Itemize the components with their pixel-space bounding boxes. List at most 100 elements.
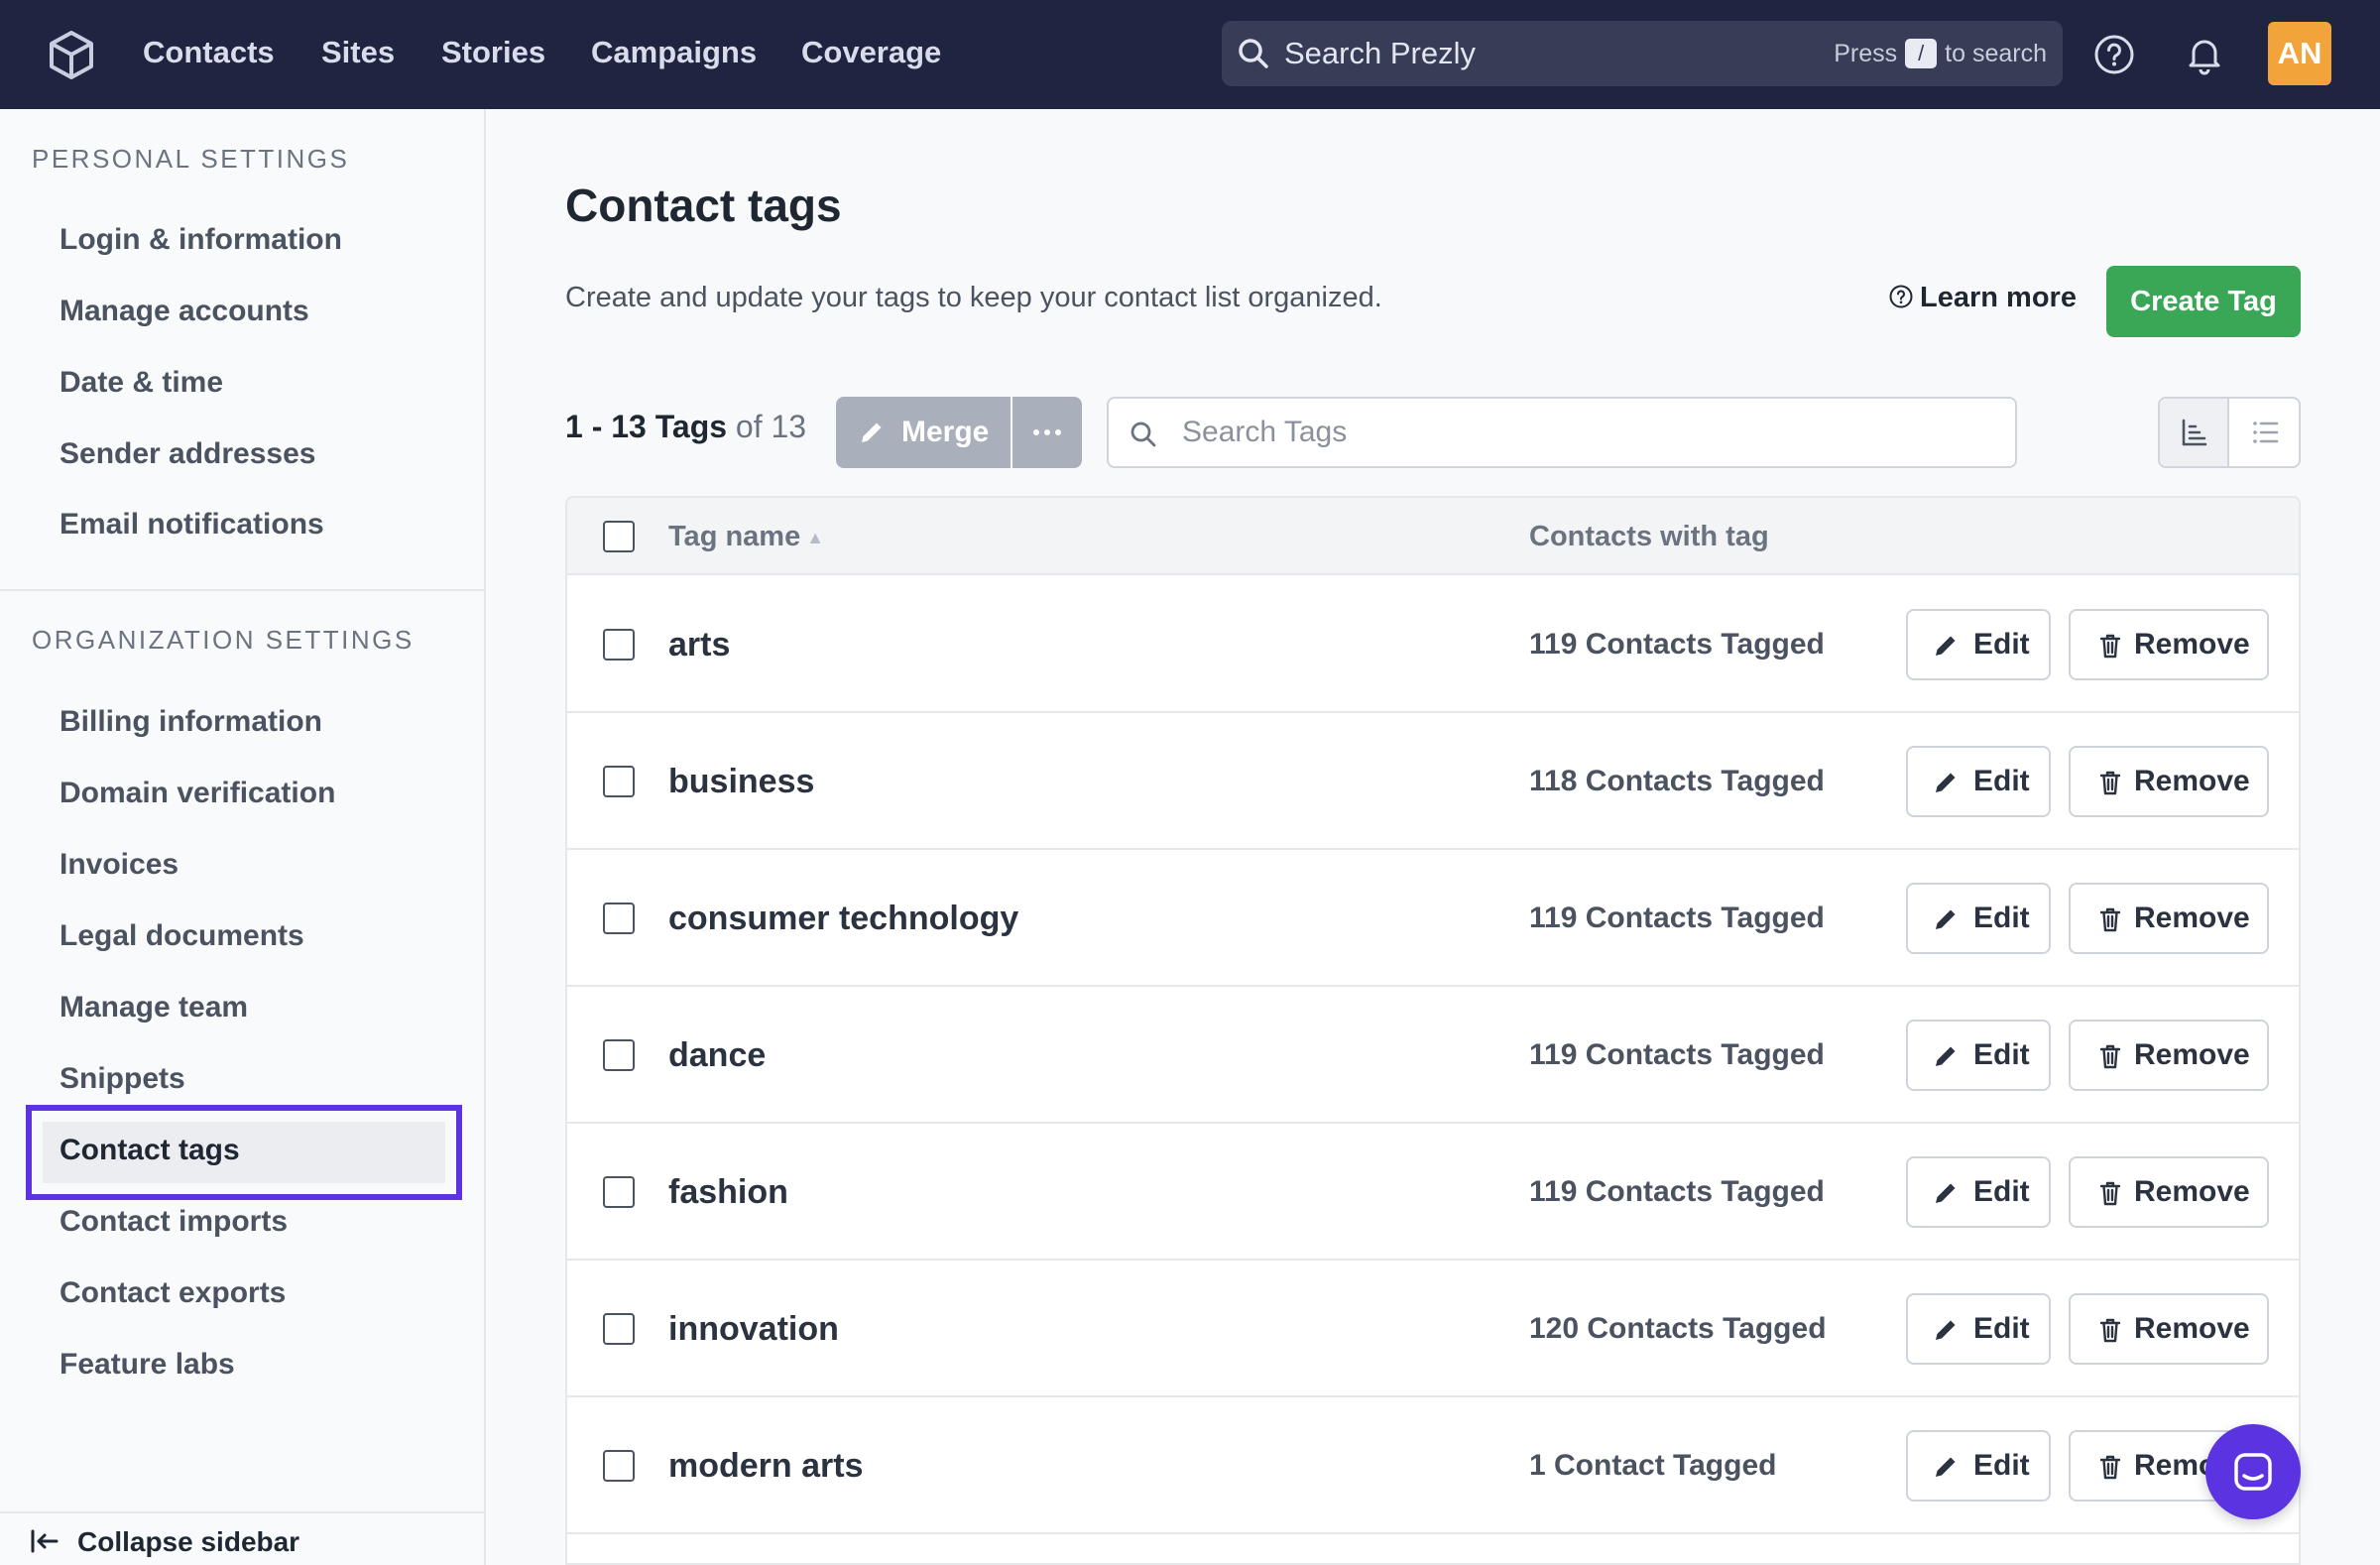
settings-sidebar: PERSONAL SETTINGS Login & information Ma… — [0, 109, 486, 1565]
column-header-tag-name[interactable]: Tag name ▲ — [668, 498, 824, 575]
row-checkbox[interactable] — [603, 1313, 635, 1345]
table-row: fashion 119 Contacts Tagged Edit Remove — [567, 1124, 2299, 1261]
help-icon[interactable] — [2091, 32, 2137, 77]
remove-label: Remove — [2134, 1312, 2250, 1345]
sidebar-item-billing-information[interactable]: Billing information — [60, 701, 322, 743]
tag-name: fashion — [668, 1173, 788, 1211]
column-header-contacts: Contacts with tag — [1529, 521, 1769, 552]
remove-label: Remove — [2134, 1038, 2250, 1071]
prezly-logo-icon[interactable] — [44, 27, 99, 82]
personal-settings-heading: PERSONAL SETTINGS — [32, 144, 350, 174]
edit-tag-button[interactable]: Edit — [1906, 609, 2051, 680]
sidebar-item-contact-exports[interactable]: Contact exports — [60, 1272, 286, 1314]
edit-tag-button[interactable]: Edit — [1906, 883, 2051, 954]
remove-tag-button[interactable]: Remove — [2069, 609, 2269, 680]
question-circle-icon — [1889, 285, 1913, 308]
edit-label: Edit — [1973, 1175, 2030, 1208]
chat-support-button[interactable] — [2205, 1424, 2301, 1519]
nav-coverage[interactable]: Coverage — [801, 30, 941, 75]
pencil-icon — [862, 422, 882, 442]
page-subtitle: Create and update your tags to keep your… — [565, 282, 1382, 313]
search-shortcut-hint: Press / to search — [1834, 39, 2047, 68]
trash-icon — [2099, 1318, 2121, 1343]
edit-tag-button[interactable]: Edit — [1906, 1020, 2051, 1091]
user-avatar[interactable]: AN — [2268, 22, 2331, 85]
edit-label: Edit — [1973, 765, 2030, 797]
list-view-button[interactable] — [2230, 399, 2299, 466]
row-checkbox[interactable] — [603, 903, 635, 934]
select-all-checkbox[interactable] — [603, 521, 635, 552]
table-row: business 118 Contacts Tagged Edit Remove — [567, 713, 2299, 850]
edit-tag-button[interactable]: Edit — [1906, 1156, 2051, 1228]
row-checkbox[interactable] — [603, 766, 635, 797]
collapse-sidebar-button[interactable]: Collapse sidebar — [30, 1517, 299, 1565]
row-checkbox[interactable] — [603, 1450, 635, 1482]
edit-tag-button[interactable]: Edit — [1906, 1293, 2051, 1365]
nav-contacts[interactable]: Contacts — [143, 30, 275, 75]
create-tag-button[interactable]: Create Tag — [2106, 266, 2301, 337]
tag-count: 1 - 13 Tags of 13 — [565, 409, 807, 444]
pencil-icon — [1936, 636, 1956, 656]
sidebar-item-contact-tags[interactable]: Contact tags — [60, 1130, 240, 1171]
trash-icon — [2099, 907, 2121, 932]
sidebar-item-domain-verification[interactable]: Domain verification — [60, 773, 335, 814]
collapse-sidebar-label: Collapse sidebar — [77, 1526, 300, 1557]
table-header: Tag name ▲ Contacts with tag — [567, 498, 2299, 575]
remove-tag-button[interactable]: Remove — [2069, 1156, 2269, 1228]
row-checkbox[interactable] — [603, 629, 635, 661]
sidebar-item-feature-labs[interactable]: Feature labs — [60, 1344, 235, 1385]
nav-campaigns[interactable]: Campaigns — [591, 30, 757, 75]
tag-contact-count: 118 Contacts Tagged — [1529, 765, 1825, 797]
sidebar-item-manage-accounts[interactable]: Manage accounts — [60, 291, 309, 332]
search-tags-input[interactable] — [1182, 409, 1995, 456]
pencil-icon — [1936, 1046, 1956, 1066]
remove-tag-button[interactable]: Remove — [2069, 1293, 2269, 1365]
tag-name: arts — [668, 626, 731, 663]
tag-name: modern arts — [668, 1447, 864, 1485]
sidebar-item-manage-team[interactable]: Manage team — [60, 987, 248, 1028]
organization-settings-heading: ORGANIZATION SETTINGS — [32, 625, 415, 655]
tag-contact-count: 119 Contacts Tagged — [1529, 1038, 1825, 1071]
table-row: dance 119 Contacts Tagged Edit Remove — [567, 987, 2299, 1124]
remove-tag-button[interactable]: Remove — [2069, 883, 2269, 954]
search-tags-field[interactable] — [1107, 397, 2017, 468]
table-row: consumer technology 119 Contacts Tagged Ed… — [567, 850, 2299, 987]
sort-list-icon — [2182, 419, 2207, 446]
tag-contact-count: 120 Contacts Tagged — [1529, 1312, 1827, 1345]
sidebar-item-email-notifications[interactable]: Email notifications — [60, 504, 324, 545]
edit-label: Edit — [1973, 1312, 2030, 1345]
global-search-input[interactable]: Search Prezly Press / to search — [1222, 21, 2063, 86]
remove-tag-button[interactable]: Remove — [2069, 746, 2269, 817]
merge-button[interactable]: Merge — [836, 397, 1011, 468]
remove-label: Remove — [2134, 902, 2250, 934]
tag-contact-count: 119 Contacts Tagged — [1529, 1175, 1825, 1208]
bell-icon[interactable] — [2182, 32, 2227, 77]
sidebar-divider — [0, 589, 486, 591]
merge-button-label: Merge — [901, 416, 990, 448]
sidebar-item-invoices[interactable]: Invoices — [60, 844, 178, 886]
pencil-icon — [1936, 1183, 1956, 1203]
edit-label: Edit — [1973, 902, 2030, 934]
tag-name: dance — [668, 1036, 767, 1074]
edit-tag-button[interactable]: Edit — [1906, 1430, 2051, 1502]
learn-more-link[interactable]: Learn more — [1888, 282, 2077, 314]
sidebar-item-date-time[interactable]: Date & time — [60, 362, 223, 404]
sort-view-button[interactable] — [2160, 399, 2229, 466]
pencil-icon — [1936, 909, 1956, 929]
sidebar-item-sender-addresses[interactable]: Sender addresses — [60, 433, 315, 475]
tag-contact-count: 119 Contacts Tagged — [1529, 902, 1825, 934]
edit-tag-button[interactable]: Edit — [1906, 746, 2051, 817]
remove-tag-button[interactable]: Remove — [2069, 1020, 2269, 1091]
row-checkbox[interactable] — [603, 1039, 635, 1071]
sidebar-item-contact-imports[interactable]: Contact imports — [60, 1201, 288, 1243]
remove-label: Remove — [2134, 765, 2250, 797]
nav-stories[interactable]: Stories — [441, 30, 545, 75]
page-title: Contact tags — [565, 180, 842, 231]
nav-sites[interactable]: Sites — [321, 30, 395, 75]
row-checkbox[interactable] — [603, 1176, 635, 1208]
sidebar-item-snippets[interactable]: Snippets — [60, 1058, 185, 1100]
sidebar-item-legal-documents[interactable]: Legal documents — [60, 915, 304, 957]
sidebar-item-login-information[interactable]: Login & information — [60, 219, 342, 261]
tags-table: Tag name ▲ Contacts with tag arts 119 Cont… — [565, 496, 2301, 1565]
more-actions-button[interactable] — [1012, 397, 1082, 468]
